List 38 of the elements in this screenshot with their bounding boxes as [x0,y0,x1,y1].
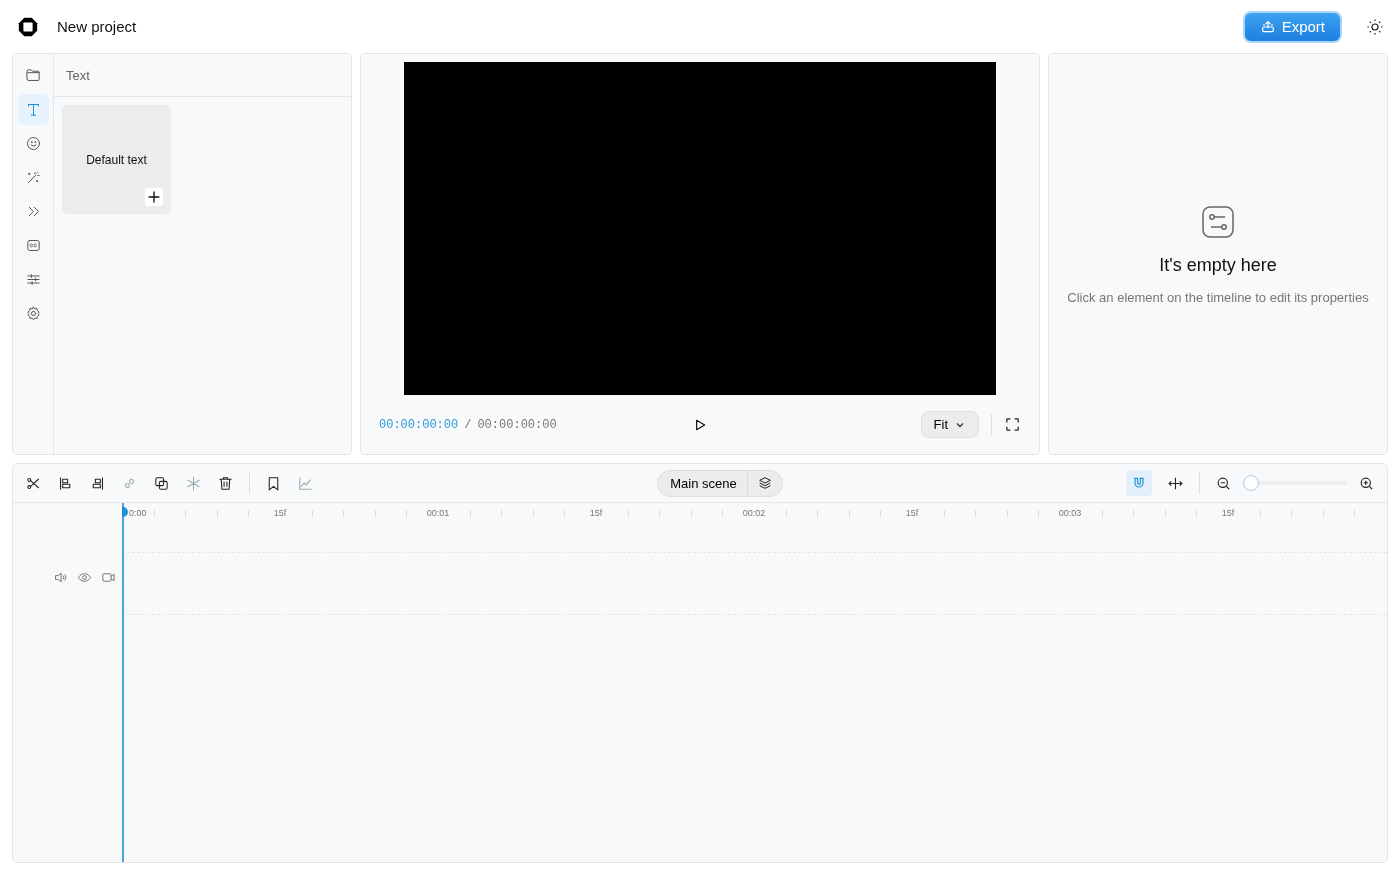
delete-icon[interactable] [217,474,234,492]
properties-icon [1201,205,1235,239]
camera-icon[interactable] [101,570,116,585]
emoji-icon [24,135,42,152]
eye-icon[interactable] [77,570,92,585]
ruler-label: 15f [904,508,920,518]
ruler-label: 00:01 [425,508,451,518]
adjust-icon [24,271,42,288]
captions-icon [24,237,42,254]
layers-icon [756,475,773,491]
settings-icon [24,305,42,322]
project-title: New project [57,18,137,35]
folder-icon [24,67,42,84]
text-tab[interactable] [17,94,49,125]
current-time: 00:00:00:00 [379,417,459,432]
zoom-slider[interactable] [1243,475,1259,491]
fullscreen-icon[interactable] [1004,416,1021,433]
ruler-label: 0:00 [129,508,147,518]
ruler-label: 15f [272,508,288,518]
magnet-icon [1131,475,1147,491]
time-separator: / [464,417,472,432]
fit-dropdown[interactable]: Fit [920,411,979,438]
ruler-label: 15f [588,508,604,518]
ruler-label: 00:02 [741,508,767,518]
logo-icon [17,15,39,38]
speaker-icon[interactable] [53,570,68,585]
ruler-label: 00:03 [1057,508,1083,518]
ruler-label: 15f [1220,508,1236,518]
panel-title: Text [66,67,90,83]
plus-icon[interactable] [145,188,163,206]
magnet-toggle[interactable] [1126,470,1152,496]
total-time: 00:00:00:00 [477,417,557,432]
empty-title: It's empty here [1159,255,1277,276]
text-preset-card[interactable]: Default text [62,105,171,214]
sun-icon[interactable] [1366,17,1384,36]
upload-icon [1259,18,1276,35]
duplicate-icon[interactable] [153,474,170,492]
empty-message: Click an element on the timeline to edit its properties [1067,290,1369,305]
